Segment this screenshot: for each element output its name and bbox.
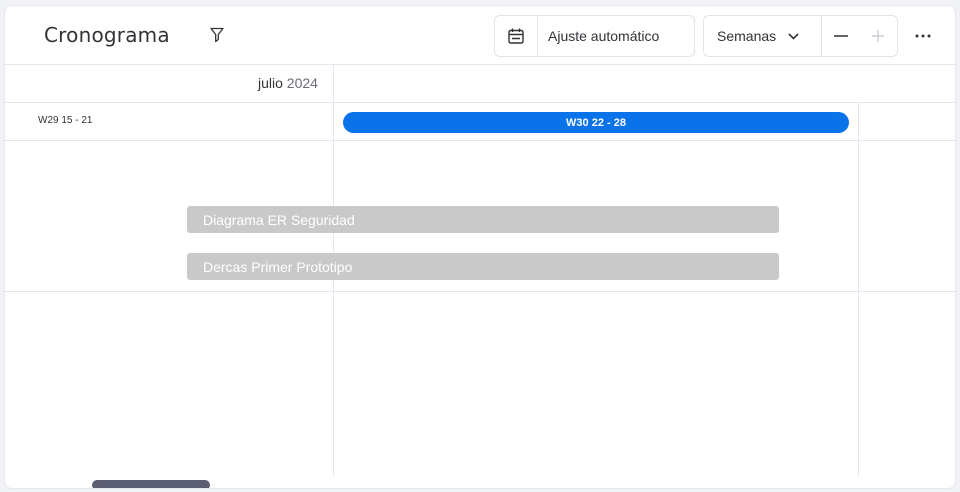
page-title: Cronograma [44, 23, 170, 47]
month-year: 2024 [286, 75, 318, 91]
minus-icon [833, 35, 848, 37]
more-options-button[interactable] [909, 24, 937, 48]
calendar-icon [508, 28, 524, 44]
more-horizontal-icon [915, 34, 931, 38]
scale-select-value: Semanas [717, 28, 777, 44]
plus-icon [872, 30, 885, 42]
month-label: julio 2024 [258, 75, 318, 91]
task-bar[interactable]: Dercas Primer Prototipo [187, 253, 779, 280]
week-boundary-line [858, 103, 859, 477]
group-divider [5, 291, 955, 292]
scale-select[interactable]: Semanas [704, 16, 822, 56]
zoom-in-button[interactable] [860, 16, 898, 56]
filter-icon [210, 27, 224, 43]
autofit-button[interactable]: Ajuste automático [538, 16, 694, 56]
calendar-button[interactable] [495, 16, 538, 56]
header-divider [5, 64, 955, 65]
filter-button[interactable] [205, 24, 229, 48]
current-week-marker: W30 22 - 28 [343, 112, 849, 133]
horizontal-scrollbar-thumb[interactable] [92, 480, 210, 488]
timeline-panel: Cronograma Ajuste automático Semanas jul… [4, 5, 956, 489]
week-label: W29 15 - 21 [38, 115, 93, 126]
task-bar[interactable]: Diagrama ER Seguridad [187, 206, 779, 233]
week-row-divider [5, 140, 955, 141]
autofit-control: Ajuste automático [494, 15, 695, 57]
timeline-header: Cronograma Ajuste automático Semanas [5, 6, 955, 65]
month-name: julio [258, 75, 283, 91]
zoom-control: Semanas [703, 15, 898, 57]
chevron-down-icon [788, 32, 799, 40]
zoom-out-button[interactable] [822, 16, 860, 56]
month-row-divider [5, 102, 955, 103]
